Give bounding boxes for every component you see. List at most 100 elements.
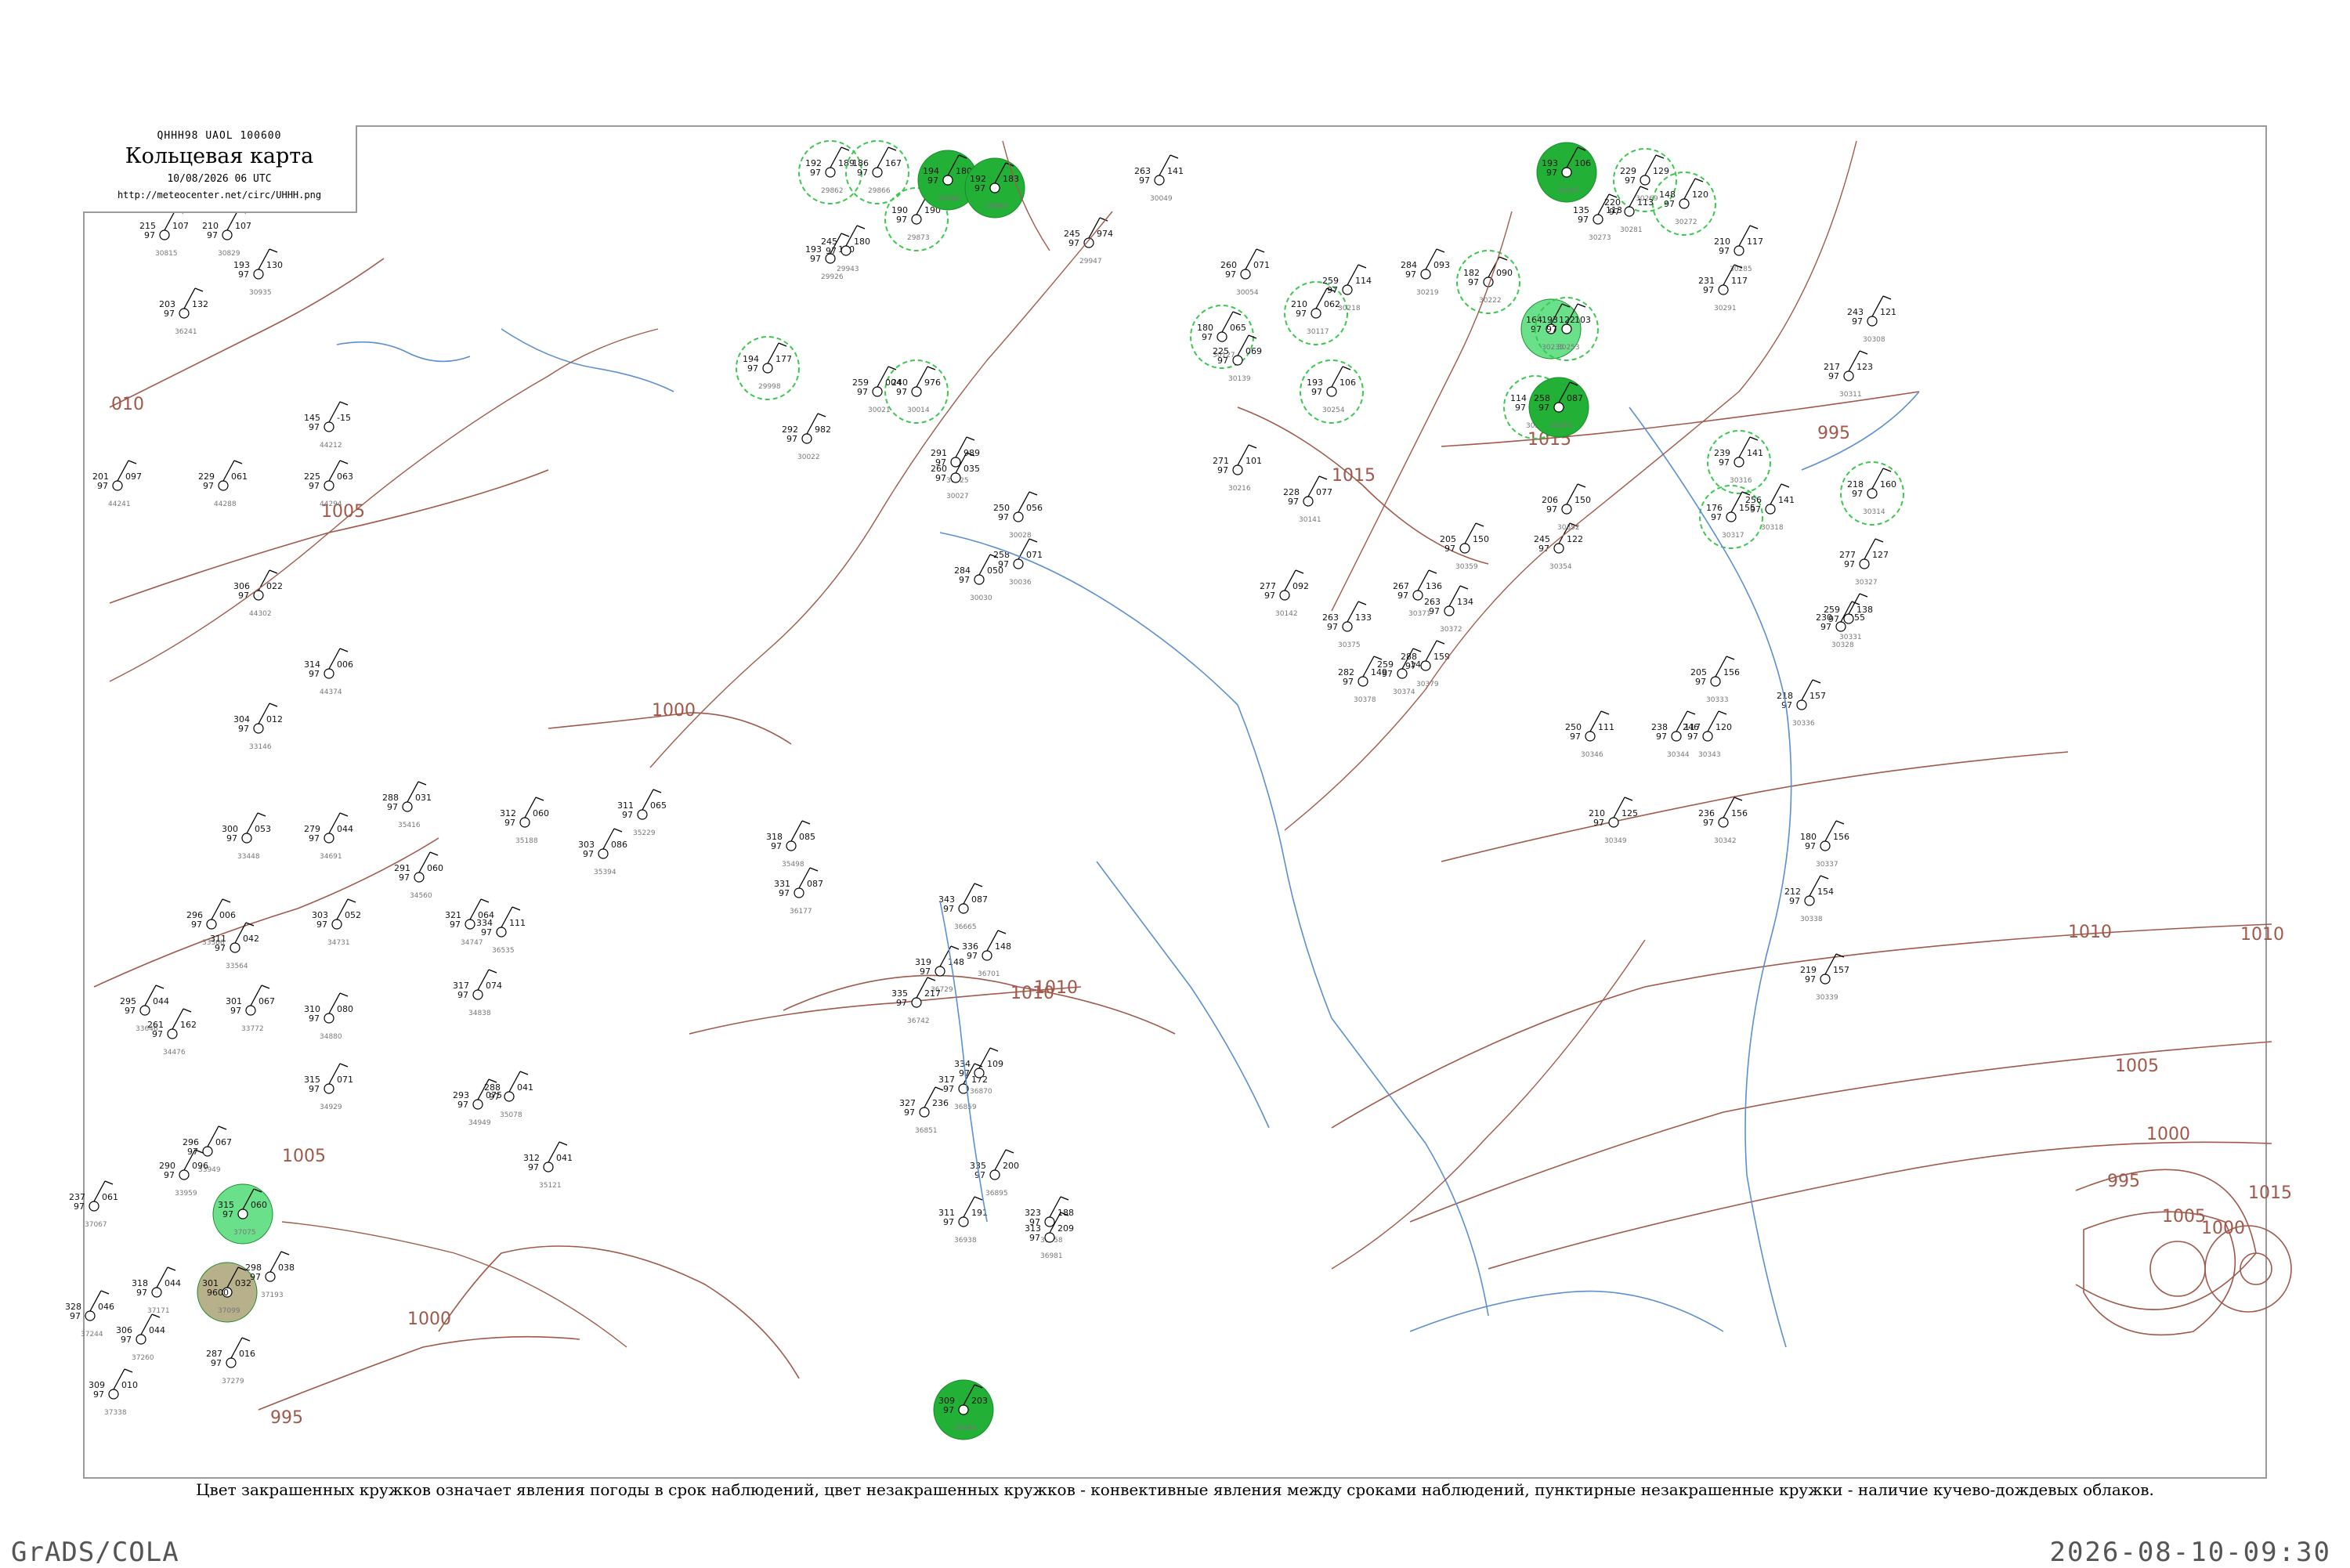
station-plot[interactable]: 3149700644374 [304, 648, 353, 696]
station-plot[interactable]: 2039713236241 [159, 287, 208, 336]
station-plot[interactable]: 2569714130318 [1745, 483, 1795, 532]
station-plot[interactable]: 3359721736742 [891, 977, 941, 1025]
station-plot[interactable]: 2879701637279 [206, 1337, 255, 1386]
station-plot[interactable]: 3189704437171 [132, 1266, 181, 1315]
station-plot[interactable]: 2779709230142 [1260, 569, 1309, 618]
cloud-cover-icon [1553, 402, 1564, 413]
station-plot[interactable]: 3359720036895 [970, 1149, 1019, 1198]
station-plot[interactable]: 2379706137067 [69, 1180, 118, 1229]
station-plot[interactable]: 2889704135078 [484, 1071, 533, 1119]
station-plot[interactable]: 3009705333448 [222, 812, 271, 861]
station-plot[interactable]: 3019706733772 [226, 985, 275, 1033]
cloud-cover-icon [958, 1216, 969, 1227]
station-plot[interactable]: 1929718929862 [798, 140, 862, 204]
station-plot[interactable]: 1869716729866 [845, 140, 909, 204]
station-plot[interactable]: 2599700430021 [852, 366, 902, 414]
station-plot[interactable]: 2779712730327 [1839, 538, 1889, 587]
station-plot[interactable]: 2019709744241 [92, 460, 142, 508]
station-plot[interactable]: 2369715630342 [1698, 797, 1748, 845]
river-line [1096, 861, 1270, 1129]
station-plot[interactable]: 2509705630028 [993, 491, 1043, 540]
cloud-cover-icon [465, 919, 475, 930]
station-plot[interactable]: 2409797630014 [884, 359, 949, 424]
station-plot[interactable]: 3319708736177 [774, 867, 823, 916]
station-plot[interactable]: 3099720336989 [933, 1379, 994, 1440]
map-url[interactable]: http://meteocenter.net/circ/UHHH.png [83, 190, 356, 201]
station-plot[interactable]: 3369714836701 [962, 930, 1011, 978]
station-plot[interactable]: 2109706230117 [1284, 281, 1348, 345]
station-plot[interactable]: 2059715030359 [1440, 522, 1489, 571]
station-plot[interactable]: 3039705234731 [312, 898, 361, 947]
station-plot[interactable]: 3119706535229 [617, 789, 667, 837]
station-plot[interactable]: 2609707130054 [1220, 248, 1270, 297]
station-plot[interactable]: 2299706144288 [198, 460, 248, 508]
station-plot[interactable]: 3439708736665 [938, 883, 988, 931]
station-plot[interactable]: 2129715430338 [1784, 875, 1834, 923]
station-plot[interactable]: 3119719136938 [938, 1196, 988, 1245]
station-plot[interactable]: 2639713430372 [1424, 585, 1473, 634]
station-plot[interactable]: 2209711330281 [1604, 186, 1654, 234]
station-plot[interactable]: 2159710730815 [139, 209, 189, 258]
station-dewpoint: 111 [509, 918, 526, 928]
station-plot[interactable]: 1929718329889 [964, 157, 1025, 219]
station-plot[interactable]: 2459718029943 [821, 225, 870, 273]
station-plot[interactable]: 2929798230022 [782, 413, 831, 461]
station-plot[interactable]: 1939713030935 [233, 248, 283, 297]
wind-feather [257, 812, 266, 817]
station-plot[interactable]: 2589708730263 [1528, 377, 1589, 438]
wind-feather [1694, 178, 1704, 182]
station-plot[interactable]: 1939710630254 [1300, 359, 1364, 424]
station-plot[interactable]: 3049701233146 [233, 703, 283, 751]
wind-feather [1859, 593, 1868, 598]
station-plot[interactable]: 2189716030314 [1840, 461, 1904, 526]
station-plot[interactable]: 2799704434691 [304, 812, 353, 861]
station-plot[interactable]: 2439712130308 [1847, 295, 1896, 344]
station-plot[interactable]: 2469712030343 [1683, 710, 1732, 759]
station-dewpoint: 074 [486, 981, 502, 991]
station-plot[interactable]: 3069702244302 [233, 569, 283, 618]
station-plot[interactable]: 3129704135121 [523, 1141, 573, 1190]
isobar-label: 010 [111, 395, 144, 414]
station-plot[interactable]: 3159707134929 [304, 1063, 353, 1111]
station-plot[interactable]: 2069715030352 [1542, 483, 1591, 532]
station-plot[interactable]: 3189708535498 [766, 820, 815, 869]
station-plot[interactable]: 2889703135416 [382, 781, 432, 829]
station-plot[interactable]: 2719710130216 [1213, 444, 1262, 493]
station-plot[interactable]: 3159706037075 [212, 1183, 273, 1245]
station-plot[interactable]: 2849705030030 [954, 554, 1003, 602]
station-plot[interactable]: 2059715630333 [1690, 656, 1740, 704]
station-plot[interactable]: 2109710730829 [202, 209, 251, 258]
station-plot[interactable]: 2109712530349 [1589, 797, 1638, 845]
station-plot[interactable]: 2179712330311 [1824, 350, 1873, 399]
station-plot[interactable]: 2639714130049 [1134, 154, 1184, 203]
station-plot[interactable]: 1939710630267 [1536, 142, 1597, 203]
bulletin-code: QHHH98 UAOL 100600 [157, 130, 282, 142]
station-plot[interactable]: 3279723636851 [899, 1086, 949, 1135]
station-plot[interactable]: 2509711130346 [1565, 710, 1614, 759]
station-id: 30815 [155, 250, 178, 258]
station-dewpoint: 177 [776, 354, 792, 364]
station-plot[interactable]: 1949717729998 [736, 336, 800, 400]
station-plot[interactable]: 2259706930139 [1213, 334, 1262, 383]
station-plot[interactable]: 2189715730336 [1777, 679, 1826, 728]
station-plot[interactable]: 2259706344294 [304, 460, 353, 508]
station-plot[interactable]: 14597-1544212 [304, 401, 351, 450]
station-plot[interactable]: 2459797429947 [1064, 217, 1113, 266]
station-plot[interactable]: 1489712030272 [1652, 172, 1716, 236]
station-plot[interactable]: 3129706035188 [500, 797, 549, 845]
station-plot[interactable]: 2399714130316 [1707, 430, 1771, 494]
station-plot[interactable]: 3039708635394 [578, 828, 627, 876]
station-plot[interactable]: 2849709330219 [1401, 248, 1450, 297]
station-plot[interactable]: 3099701037338 [89, 1368, 138, 1417]
station-plot[interactable]: 3069704437260 [116, 1313, 165, 1362]
station-plot[interactable]: 3179707434838 [453, 969, 502, 1017]
station-plot[interactable]: 3289704637244 [65, 1290, 114, 1339]
station-plot[interactable]: 1809715630337 [1800, 820, 1849, 869]
station-plot[interactable]: 1829709030222 [1456, 250, 1520, 314]
station-plot[interactable]: 2619716234476 [147, 1008, 197, 1057]
station-plot[interactable]: 2289707730141 [1283, 475, 1332, 524]
station-plot[interactable]: 2599713830331 [1824, 593, 1873, 641]
station-plot[interactable]: 3109708034880 [304, 992, 353, 1041]
station-plot[interactable]: 2639713330375 [1322, 601, 1372, 649]
station-dewpoint: 063 [337, 471, 353, 482]
